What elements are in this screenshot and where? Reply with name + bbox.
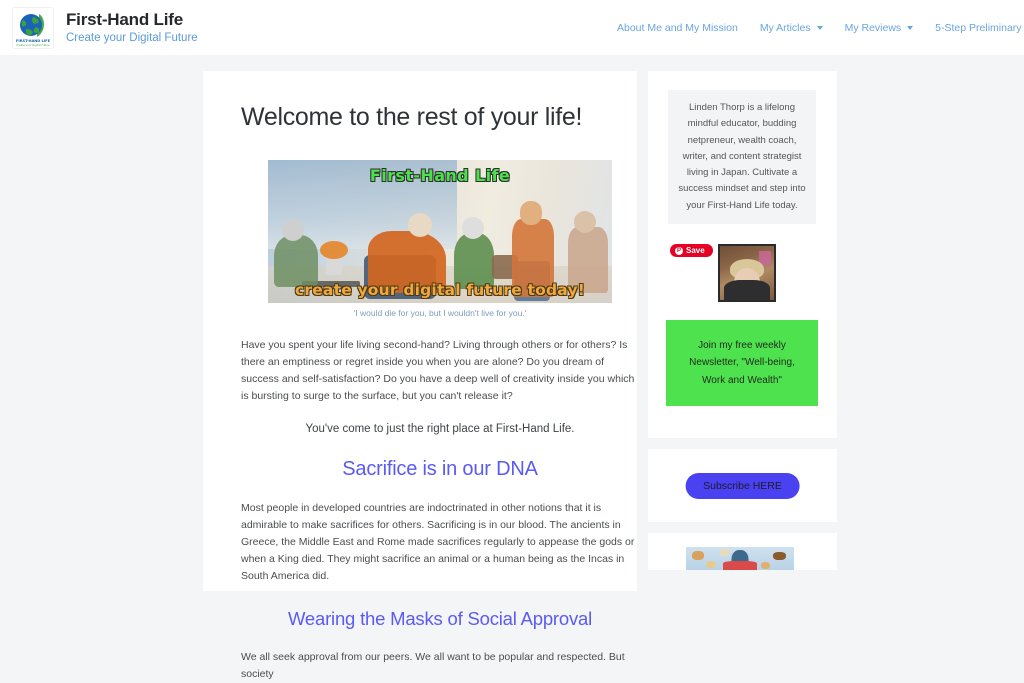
chevron-down-icon bbox=[907, 26, 914, 30]
hero-figure-3-head bbox=[462, 217, 484, 239]
avatar-body bbox=[724, 280, 770, 300]
hero-overlay-subtitle: create your digital future today! bbox=[294, 281, 586, 299]
hero-flowers bbox=[320, 241, 348, 259]
globe-leaf-logo-icon: FIRST-HAND LIFE Create your Digital Futu… bbox=[12, 6, 54, 49]
nav-item-5-step-preliminary-guide[interactable]: 5-Step Preliminary Guide bbox=[935, 22, 1024, 34]
hero-overlay-title: First-Hand Life bbox=[369, 166, 511, 185]
nav-item-my-articles[interactable]: My Articles bbox=[760, 22, 823, 34]
promo-object-4 bbox=[761, 562, 770, 569]
save-label: Save bbox=[686, 246, 705, 255]
brand-tagline: Create your Digital Future bbox=[66, 31, 198, 44]
hero-figure: First-Hand Life create your digital futu… bbox=[268, 160, 612, 318]
section-heading-masks: Wearing the Masks of Social Approval bbox=[287, 608, 593, 629]
sidebar-card-bio: Linden Thorp is a lifelong mindful educa… bbox=[648, 71, 837, 236]
brand-title: First-Hand Life bbox=[66, 10, 183, 30]
bio-text: Linden Thorp is a lifelong mindful educa… bbox=[678, 101, 806, 211]
intro-paragraph: Have you spent your life living second-h… bbox=[241, 339, 635, 402]
bio-box: Linden Thorp is a lifelong mindful educa… bbox=[668, 90, 816, 224]
hero-figure-1-head bbox=[282, 219, 304, 241]
nav-label: 5-Step Preliminary Guide bbox=[935, 22, 1024, 34]
subscribe-button[interactable]: Subscribe HERE bbox=[685, 473, 800, 499]
hero-image: First-Hand Life create your digital futu… bbox=[268, 160, 612, 303]
nav-label: My Reviews bbox=[844, 22, 902, 34]
section-paragraph-masks: We all seek approval from our peers. We … bbox=[241, 651, 625, 680]
sidebar-card-author: P Save Join my free weekly Newsletter, "… bbox=[648, 236, 837, 438]
primary-navigation: About Me and My Mission My Articles My R… bbox=[600, 10, 1024, 46]
pinterest-save-button[interactable]: P Save bbox=[670, 244, 713, 257]
section-heading-sacrifice: Sacrifice is in our DNA bbox=[342, 458, 538, 480]
hero-figure-5-head bbox=[574, 211, 596, 233]
nav-item-about-me-and-my-mission[interactable]: About Me and My Mission bbox=[617, 22, 738, 34]
svg-text:FIRST-HAND LIFE: FIRST-HAND LIFE bbox=[16, 39, 51, 43]
svg-text:Create your Digital Future: Create your Digital Future bbox=[16, 43, 50, 47]
nav-label: About Me and My Mission bbox=[617, 22, 738, 34]
hero-caption: 'I would die for you, but I wouldn't liv… bbox=[353, 308, 527, 318]
promo-object-5 bbox=[720, 549, 729, 556]
promo-object-1 bbox=[692, 551, 704, 560]
promo-person-shirt bbox=[723, 561, 757, 570]
nav-label: My Articles bbox=[759, 22, 811, 34]
page-title: Welcome to the rest of your life! bbox=[241, 103, 583, 131]
nav-item-my-reviews[interactable]: My Reviews bbox=[845, 22, 914, 34]
hero-figure-1 bbox=[274, 235, 318, 287]
site-header: FIRST-HAND LIFE Create your Digital Futu… bbox=[0, 0, 1024, 55]
brand-home-link[interactable]: FIRST-HAND LIFE Create your Digital Futu… bbox=[12, 6, 198, 49]
main-content-card: Welcome to the rest of your life! First-… bbox=[203, 71, 637, 680]
avatar bbox=[718, 244, 776, 302]
newsletter-banner[interactable]: Join my free weekly Newsletter, "Well-be… bbox=[666, 320, 818, 406]
center-callout-line: You've come to just the right place at F… bbox=[305, 423, 575, 435]
promo-image[interactable] bbox=[686, 547, 794, 570]
promo-object-3 bbox=[773, 552, 786, 560]
pinterest-icon: P bbox=[675, 246, 683, 255]
newsletter-text: Join my free weekly Newsletter, "Well-be… bbox=[689, 339, 795, 386]
section-paragraph-sacrifice: Most people in developed countries are i… bbox=[241, 502, 635, 582]
promo-object-2 bbox=[706, 561, 716, 568]
sidebar-card-promo bbox=[648, 533, 837, 570]
hero-figure-4-head bbox=[520, 201, 542, 225]
hero-figure-2-head bbox=[408, 213, 432, 237]
sidebar-card-subscribe: Subscribe HERE bbox=[648, 449, 837, 522]
chevron-down-icon bbox=[816, 26, 823, 30]
